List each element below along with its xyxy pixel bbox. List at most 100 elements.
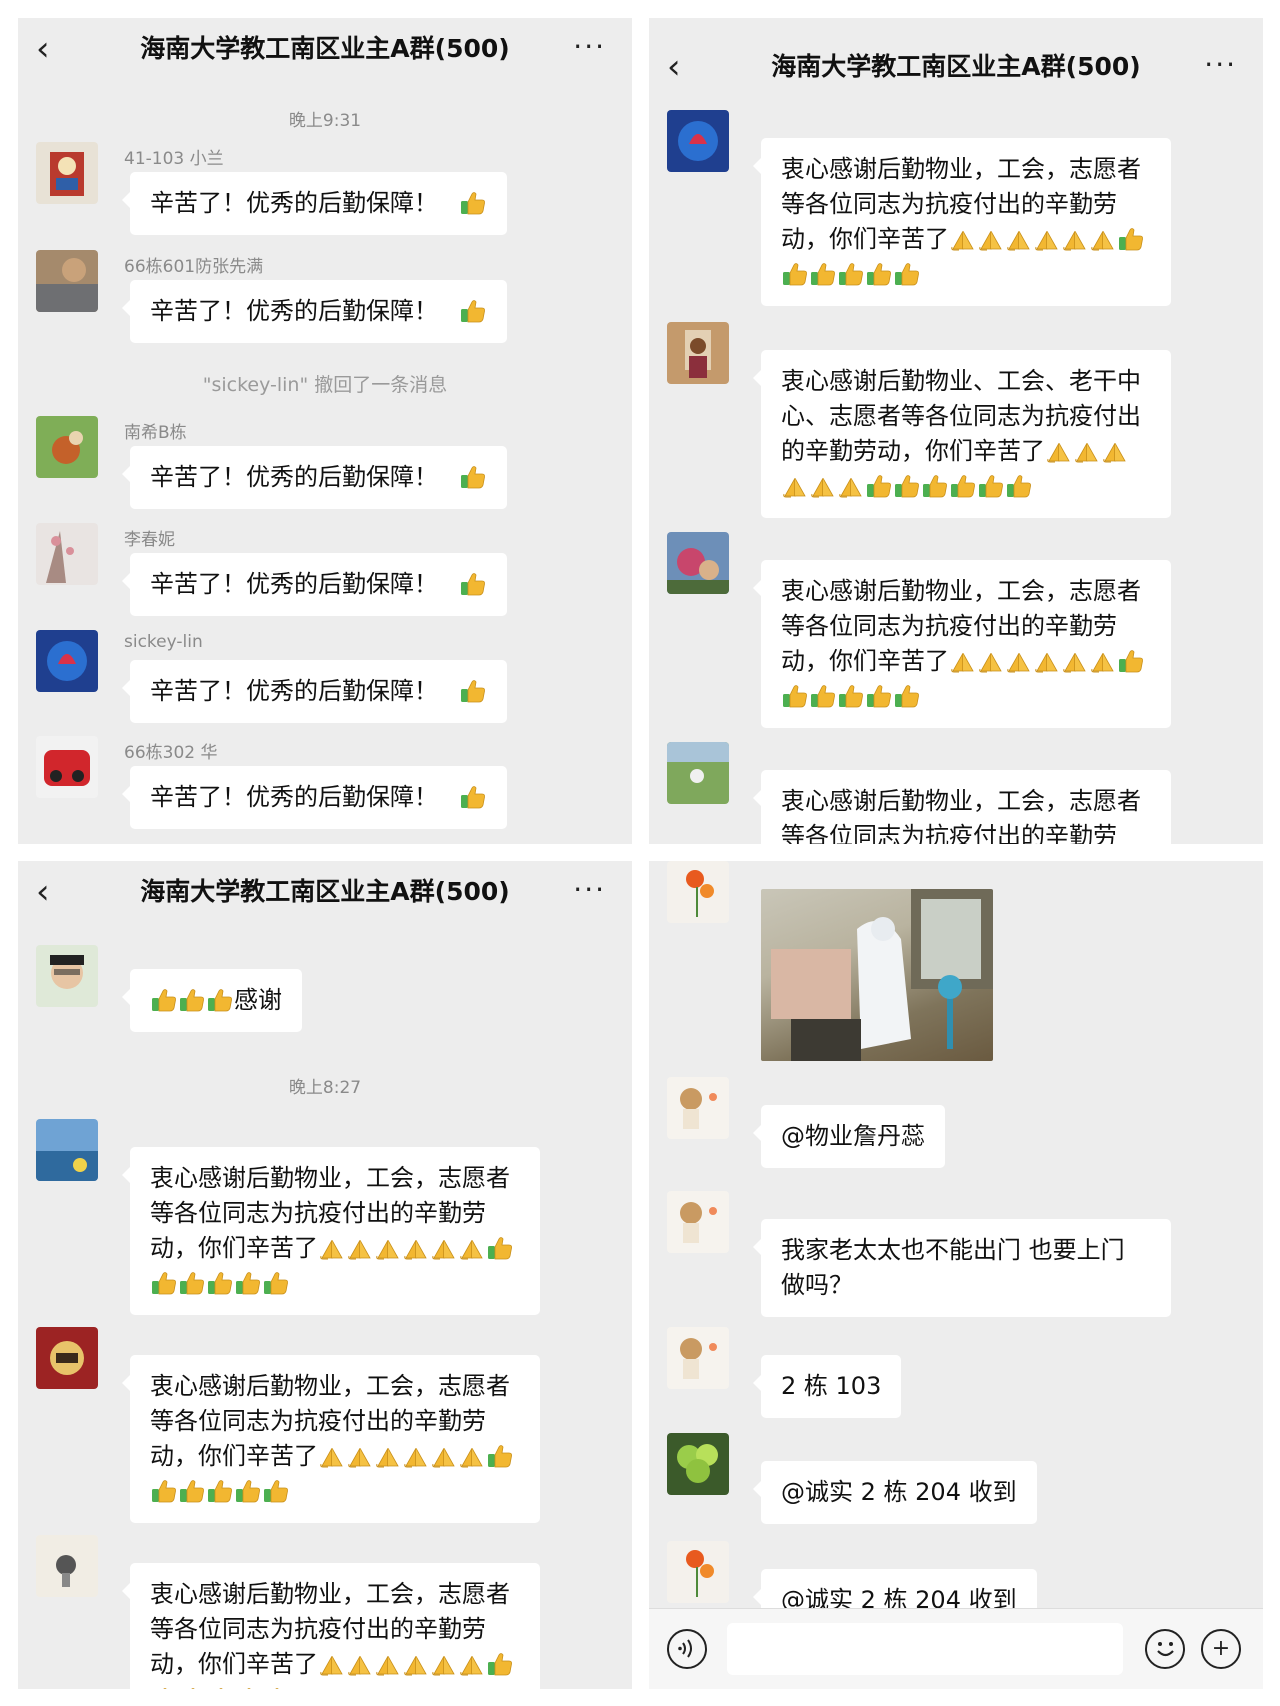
pray-icon	[810, 474, 836, 498]
thumbs-up-icon	[207, 988, 233, 1012]
avatar[interactable]	[667, 742, 729, 804]
sender-name: 南希B栋	[124, 423, 187, 443]
pray-icon	[459, 1652, 485, 1676]
avatar[interactable]	[667, 110, 729, 172]
message-line: 衷心感谢后勤物业、工会、老干中	[781, 367, 1141, 395]
pray-icon	[950, 649, 976, 673]
pray-icon	[1090, 649, 1116, 673]
message-bubble[interactable]: 衷心感谢后勤物业，工会，志愿者 等各位同志为抗疫付出的辛勤劳 动，你们辛苦了	[122, 1147, 540, 1315]
avatar[interactable]	[36, 1535, 98, 1597]
message-text: 感谢	[234, 986, 282, 1014]
message-bubble[interactable]: 辛苦了！优秀的后勤保障！	[122, 553, 507, 616]
pray-icon	[1062, 227, 1088, 251]
pray-icon	[431, 1444, 457, 1468]
pray-icon	[319, 1444, 345, 1468]
thumbs-up-icon	[179, 1479, 205, 1503]
avatar[interactable]	[36, 250, 98, 312]
pray-icon	[1102, 439, 1128, 463]
message-line: 我家老太太也不能出门 也要上门	[781, 1236, 1125, 1264]
chat-screenshot-4: @物业詹丹蕊 我家老太太也不能出门 也要上门 做吗？ 2 栋 103 @诚实 2…	[649, 861, 1263, 1689]
thumbs-up-icon	[151, 1687, 177, 1689]
message-text: @物业詹丹蕊	[781, 1122, 925, 1150]
chat-input-bar: +	[649, 1608, 1263, 1689]
more-icon[interactable]: ···	[1204, 36, 1237, 94]
thumbs-up-icon	[460, 785, 486, 809]
message-bubble[interactable]: 辛苦了！优秀的后勤保障！	[122, 766, 507, 829]
avatar[interactable]	[36, 1119, 98, 1181]
thumbs-up-icon	[460, 572, 486, 596]
avatar[interactable]	[667, 1191, 729, 1253]
avatar[interactable]	[36, 630, 98, 692]
pray-icon	[403, 1652, 429, 1676]
pray-icon	[431, 1236, 457, 1260]
message-line: 动，你们辛苦了	[781, 647, 949, 675]
message-line: 等各位同志为抗疫付出的辛勤劳	[781, 190, 1117, 218]
avatar[interactable]	[667, 1541, 729, 1603]
message-bubble[interactable]: @诚实 2 栋 204 收到	[753, 1461, 1037, 1524]
avatar[interactable]	[36, 736, 98, 798]
avatar[interactable]	[667, 1327, 729, 1389]
message-bubble[interactable]: 衷心感谢后勤物业，工会，志愿者 等各位同志为抗疫付出的辛勤劳 动，你们辛苦了	[122, 1355, 540, 1523]
avatar[interactable]	[667, 861, 729, 923]
message-bubble[interactable]: @物业詹丹蕊	[753, 1105, 945, 1168]
chat-header: ‹ 海南大学教工南区业主A群(500) ···	[18, 18, 632, 80]
message-line: 衷心感谢后勤物业，工会，志愿者	[781, 577, 1141, 605]
message-line: 动，你们辛苦了	[150, 1650, 318, 1678]
message-bubble[interactable]: 辛苦了！优秀的后勤保障！	[122, 172, 507, 235]
photo-message[interactable]	[761, 889, 993, 1061]
message-bubble[interactable]: 辛苦了！优秀的后勤保障！	[122, 660, 507, 723]
pray-icon	[459, 1236, 485, 1260]
avatar[interactable]	[36, 945, 98, 1007]
avatar[interactable]	[667, 1433, 729, 1495]
pray-icon	[459, 1444, 485, 1468]
message-line: 衷心感谢后勤物业，工会，志愿者	[150, 1580, 510, 1608]
pray-icon	[1090, 227, 1116, 251]
message-bubble[interactable]: 衷心感谢后勤物业，工会，志愿者 等各位同志为抗疫付出的辛勤劳 动，你们辛苦了	[753, 138, 1171, 306]
message-bubble[interactable]: 衷心感谢后勤物业，工会，志愿者 等各位同志为抗疫付出的辛勤劳 动，你们辛苦了	[122, 1563, 540, 1689]
message-bubble[interactable]: 感谢	[122, 969, 302, 1032]
thumbs-up-icon	[235, 1479, 261, 1503]
voice-icon[interactable]	[667, 1629, 707, 1669]
avatar[interactable]	[36, 1327, 98, 1389]
sender-name: 66栋302 华	[124, 743, 218, 763]
message-bubble[interactable]: 辛苦了！优秀的后勤保障！	[122, 446, 507, 509]
avatar[interactable]	[36, 142, 98, 204]
sender-name: 66栋601防张先满	[124, 257, 264, 277]
thumbs-up-icon	[151, 1479, 177, 1503]
avatar[interactable]	[667, 532, 729, 594]
thumbs-up-icon	[866, 262, 892, 286]
message-line: 衷心感谢后勤物业，工会，志愿者	[781, 155, 1141, 183]
plus-icon[interactable]: +	[1201, 1629, 1241, 1669]
thumbs-up-icon	[978, 474, 1004, 498]
recall-notice: "sickey-lin" 撤回了一条消息	[202, 374, 448, 396]
message-bubble[interactable]: 衷心感谢后勤物业、工会、老干中 心、志愿者等各位同志为抗疫付出 的辛勤劳动，你们…	[753, 350, 1171, 518]
avatar[interactable]	[667, 322, 729, 384]
avatar[interactable]	[36, 523, 98, 585]
message-line: 动，你们辛苦了	[150, 1442, 318, 1470]
emoji-icon[interactable]	[1145, 1629, 1185, 1669]
more-icon[interactable]: ···	[573, 18, 606, 76]
message-bubble[interactable]: 衷心感谢后勤物业，工会，志愿者 等各位同志为抗疫付出的辛勤劳	[753, 770, 1171, 844]
message-bubble[interactable]: 我家老太太也不能出门 也要上门 做吗？	[753, 1219, 1171, 1317]
thumbs-up-icon	[950, 474, 976, 498]
sender-name: sickey-lin	[124, 632, 203, 652]
pray-icon	[978, 649, 1004, 673]
group-title: 海南大学教工南区业主A群(500)	[140, 877, 510, 906]
chat-screenshot-2: ‹ 海南大学教工南区业主A群(500) ··· 衷心感谢后勤物业，工会，志愿者 …	[649, 18, 1263, 844]
message-text: 2 栋 103	[781, 1372, 882, 1400]
avatar[interactable]	[36, 416, 98, 478]
message-input[interactable]	[727, 1623, 1123, 1675]
message-bubble[interactable]: 辛苦了！优秀的后勤保障！	[122, 280, 507, 343]
pray-icon	[403, 1444, 429, 1468]
message-text: @诚实 2 栋 204 收到	[781, 1478, 1017, 1506]
thumbs-up-icon	[151, 988, 177, 1012]
thumbs-up-icon	[866, 474, 892, 498]
message-bubble[interactable]: 衷心感谢后勤物业，工会，志愿者 等各位同志为抗疫付出的辛勤劳 动，你们辛苦了	[753, 560, 1171, 728]
thumbs-up-icon	[782, 684, 808, 708]
group-title: 海南大学教工南区业主A群(500)	[771, 52, 1141, 81]
message-bubble[interactable]: 2 栋 103	[752, 1355, 902, 1418]
pray-icon	[1046, 439, 1072, 463]
thumbs-up-icon	[487, 1236, 513, 1260]
avatar[interactable]	[667, 1077, 729, 1139]
more-icon[interactable]: ···	[573, 861, 606, 919]
